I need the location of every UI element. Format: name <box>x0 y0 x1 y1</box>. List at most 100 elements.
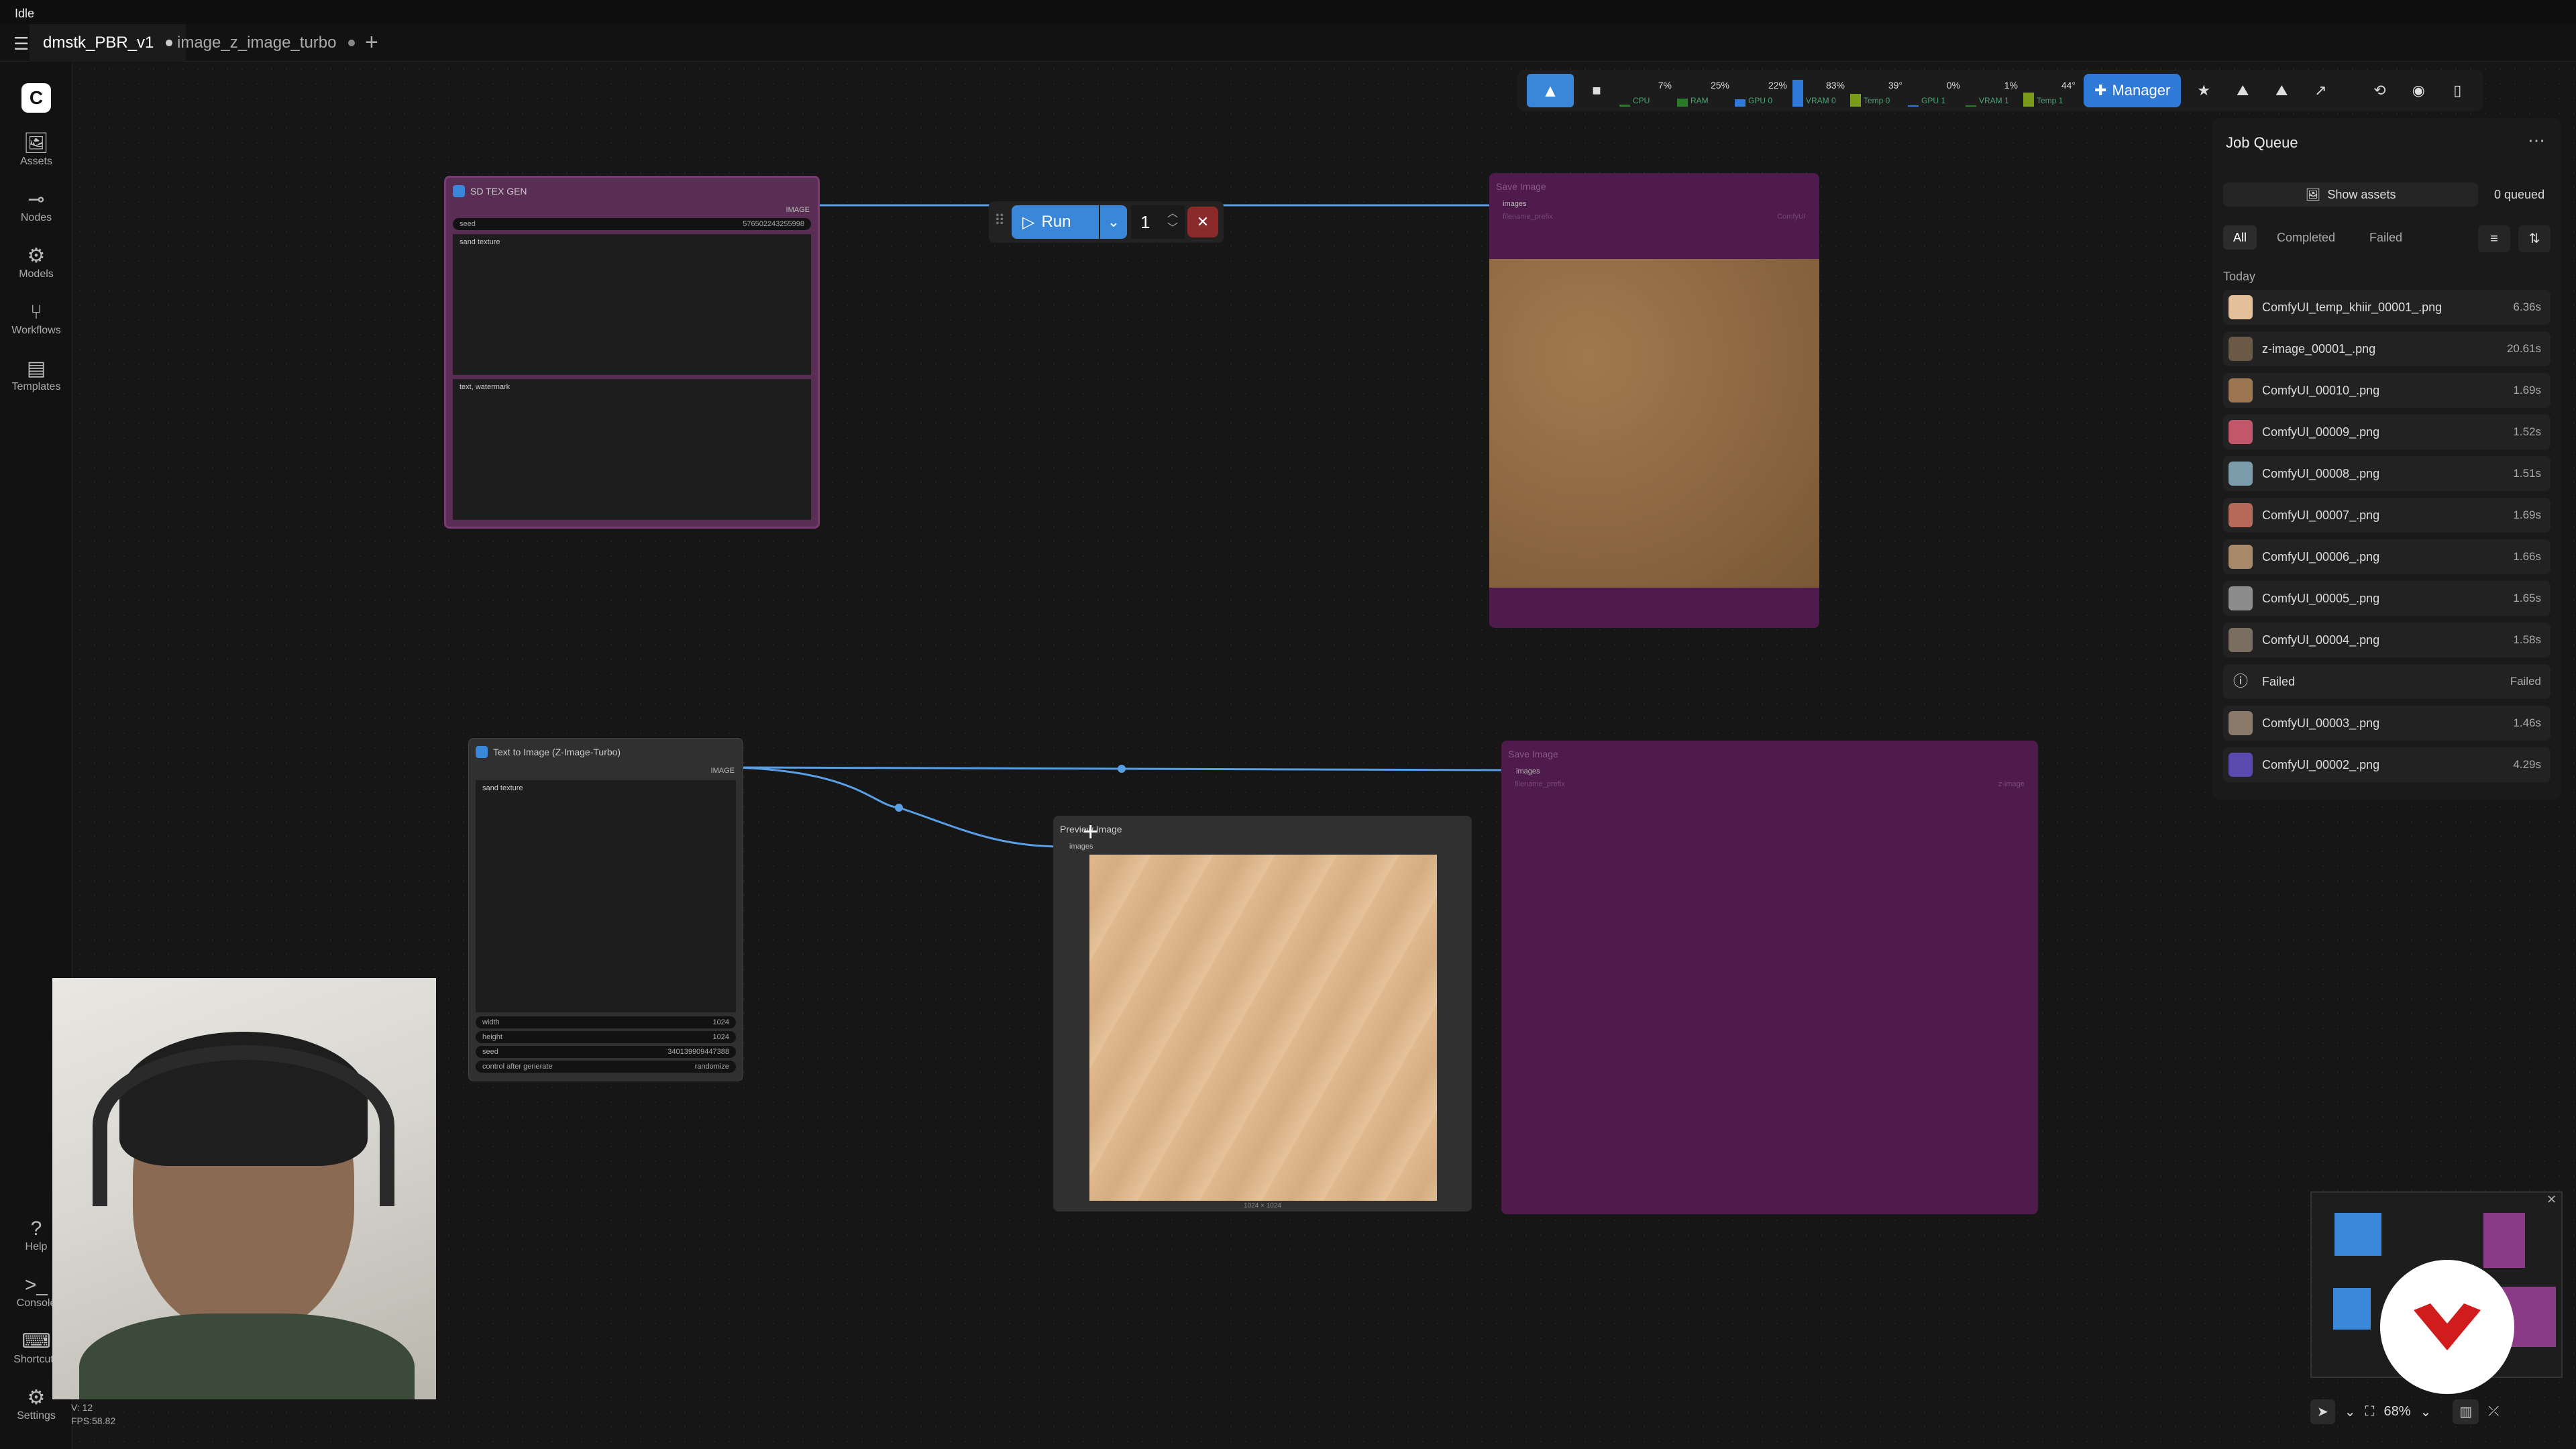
star-icon[interactable]: ★ <box>2188 74 2220 107</box>
filter-all-tab[interactable]: All <box>2223 225 2257 250</box>
node-save-image-top[interactable]: Save Image images filename_prefix ComfyU… <box>1489 173 1819 628</box>
job-time: 1.58s <box>2513 633 2541 646</box>
job-row[interactable]: ⓘ Failed Failed <box>2223 664 2551 699</box>
input-slot[interactable]: images <box>1489 200 1819 208</box>
node-preview-image[interactable]: Preview Image images 1024 × 1024 <box>1053 816 1472 1212</box>
job-row[interactable]: ComfyUI_00004_.png 1.58s <box>2223 623 2551 657</box>
user-icon[interactable]: ◉ <box>2402 74 2434 107</box>
link-reroute-dot[interactable] <box>895 804 903 812</box>
job-time: 1.69s <box>2513 508 2541 521</box>
node-text-to-image[interactable]: Text to Image (Z-Image-Turbo) IMAGE sand… <box>468 738 743 1081</box>
job-row[interactable]: z-image_00001_.png 20.61s <box>2223 331 2551 366</box>
job-row[interactable]: ComfyUI_00005_.png 1.65s <box>2223 581 2551 616</box>
job-row[interactable]: ComfyUI_00007_.png 1.69s <box>2223 498 2551 533</box>
output-slot[interactable]: IMAGE <box>469 765 743 776</box>
more-icon[interactable]: ⋯ <box>2528 130 2545 151</box>
meter-bar <box>1966 105 1976 107</box>
link-reroute-dot[interactable] <box>1118 765 1126 773</box>
sort-icon[interactable]: ⇅ <box>2518 225 2551 252</box>
output-slot[interactable]: IMAGE <box>446 205 818 215</box>
meters: 7% CPU 25% RAM 22% GPU 0 83% VRAM 0 39° Temp 0 0% G… <box>1619 74 2077 107</box>
meter-gpu-1: 0% GPU 1 <box>1908 74 1962 107</box>
image-size-label: 1024 × 1024 <box>1244 1202 1281 1210</box>
job-thumbnail <box>2229 753 2253 777</box>
drag-handle-icon[interactable]: ⠿ <box>994 212 1005 229</box>
filename-prefix-widget[interactable]: filename_prefix ComfyUI <box>1496 211 1813 223</box>
filter-failed-tab[interactable]: Failed <box>2369 231 2402 245</box>
seed-widget[interactable]: seed 576502243255998 <box>453 218 811 230</box>
bookmark-icon[interactable]: ■ <box>1580 74 1613 107</box>
brand-logo-badge <box>2380 1260 2514 1394</box>
chevron-down-icon[interactable]: ⌄ <box>1100 205 1127 239</box>
meter-value: 83% <box>1825 80 1845 91</box>
stepper-icon[interactable]: ︿ ﹀ <box>1167 207 1178 236</box>
node-save-image-bottom[interactable]: Save Image images filename_prefix z-imag… <box>1501 741 2038 1214</box>
meter-ram: 25% RAM <box>1677 74 1731 107</box>
node-header[interactable]: Save Image <box>1501 741 2038 767</box>
run-button[interactable]: ▷ Run <box>1012 205 1099 239</box>
widget-value: 576502243255998 <box>743 220 804 228</box>
input-slot[interactable]: images <box>1501 767 2038 775</box>
node-header[interactable]: Save Image <box>1489 173 1819 200</box>
job-row[interactable]: ComfyUI_00006_.png 1.66s <box>2223 539 2551 574</box>
zoom-level[interactable]: 68% <box>2384 1404 2411 1419</box>
show-assets-button[interactable]: 🖼 Show assets <box>2223 182 2478 207</box>
meter-label: CPU <box>1633 96 1650 105</box>
meter-vram-1: 1% VRAM 1 <box>1966 74 2019 107</box>
webcam-overlay <box>52 978 436 1399</box>
job-row[interactable]: ComfyUI_00003_.png 1.46s <box>2223 706 2551 741</box>
cancel-run-button[interactable]: ✕ <box>1187 207 1218 237</box>
fit-view-icon[interactable]: ⛶ <box>2365 1404 2375 1419</box>
meter-temp-1: 44° Temp 1 <box>2023 74 2077 107</box>
node-title: SD TEX GEN <box>470 186 527 197</box>
node-header[interactable]: Text to Image (Z-Image-Turbo) <box>469 739 743 765</box>
hide-links-icon[interactable]: ⤫ <box>2488 1404 2499 1419</box>
filter-icon[interactable]: ≡ <box>2478 225 2510 252</box>
height-widget[interactable]: height 1024 <box>476 1031 736 1043</box>
version-text: V: 12 <box>71 1402 93 1413</box>
model-alt-icon[interactable]: ⛰ <box>2265 74 2298 107</box>
job-row[interactable]: ComfyUI_00008_.png 1.51s <box>2223 456 2551 491</box>
job-row[interactable]: ComfyUI_00010_.png 1.69s <box>2223 373 2551 408</box>
width-widget[interactable]: width 1024 <box>476 1016 736 1028</box>
job-thumbnail <box>2229 420 2253 444</box>
chevron-down-icon[interactable]: ⌄ <box>2345 1403 2356 1420</box>
prompt-textarea[interactable]: sand texture <box>476 780 736 1012</box>
queue-title: Job Queue <box>2226 134 2298 151</box>
queued-count: 0 queued <box>2494 188 2545 201</box>
panel-toggle-icon[interactable]: ▯ <box>2441 74 2473 107</box>
job-row[interactable]: ComfyUI_00009_.png 1.52s <box>2223 415 2551 449</box>
job-thumbnail <box>2229 462 2253 486</box>
seed-widget[interactable]: seed 340139909447388 <box>476 1046 736 1058</box>
widget-value: ComfyUI <box>1777 213 1806 221</box>
chevron-down-icon[interactable]: ⌄ <box>2420 1403 2432 1420</box>
filter-completed-tab[interactable]: Completed <box>2277 231 2335 245</box>
positive-prompt-textarea[interactable]: sand texture <box>453 234 811 375</box>
node-header[interactable]: SD TEX GEN <box>446 178 818 205</box>
input-slot[interactable]: images <box>1053 843 1472 851</box>
share-icon[interactable]: ↗ <box>2304 74 2337 107</box>
job-row[interactable]: ComfyUI_00002_.png 4.29s <box>2223 747 2551 782</box>
negative-prompt-textarea[interactable]: text, watermark <box>453 379 811 520</box>
widget-label: seed <box>482 1048 498 1056</box>
subgraph-icon <box>476 746 488 758</box>
meter-label: GPU 0 <box>1748 96 1773 105</box>
history-icon[interactable]: ⟲ <box>2363 74 2396 107</box>
job-time: 1.65s <box>2513 592 2541 604</box>
control-after-generate-widget[interactable]: control after generate randomize <box>476 1061 736 1073</box>
meter-gpu-0: 22% GPU 0 <box>1735 74 1788 107</box>
close-icon[interactable]: ✕ <box>2546 1193 2557 1207</box>
node-title: Text to Image (Z-Image-Turbo) <box>493 747 621 757</box>
meter-value: 0% <box>1946 80 1960 91</box>
meter-value: 39° <box>1888 80 1902 91</box>
job-row[interactable]: ComfyUI_temp_khiir_00001_.png 6.36s <box>2223 290 2551 325</box>
model-icon[interactable]: ⛰ <box>2226 74 2259 107</box>
map-icon[interactable]: ▥ <box>2453 1399 2479 1424</box>
filename-prefix-widget[interactable]: filename_prefix z-image <box>1508 778 2031 790</box>
node-header[interactable]: Preview Image <box>1053 816 1472 843</box>
job-time: 4.29s <box>2513 758 2541 771</box>
crystools-logo-icon[interactable]: ▲ <box>1527 74 1574 107</box>
manager-button[interactable]: ✚ Manager <box>2084 74 2182 107</box>
select-tool-icon[interactable]: ➤ <box>2310 1399 2335 1424</box>
node-sd-tex-gen[interactable]: SD TEX GEN IMAGE seed 576502243255998 sa… <box>444 176 820 529</box>
